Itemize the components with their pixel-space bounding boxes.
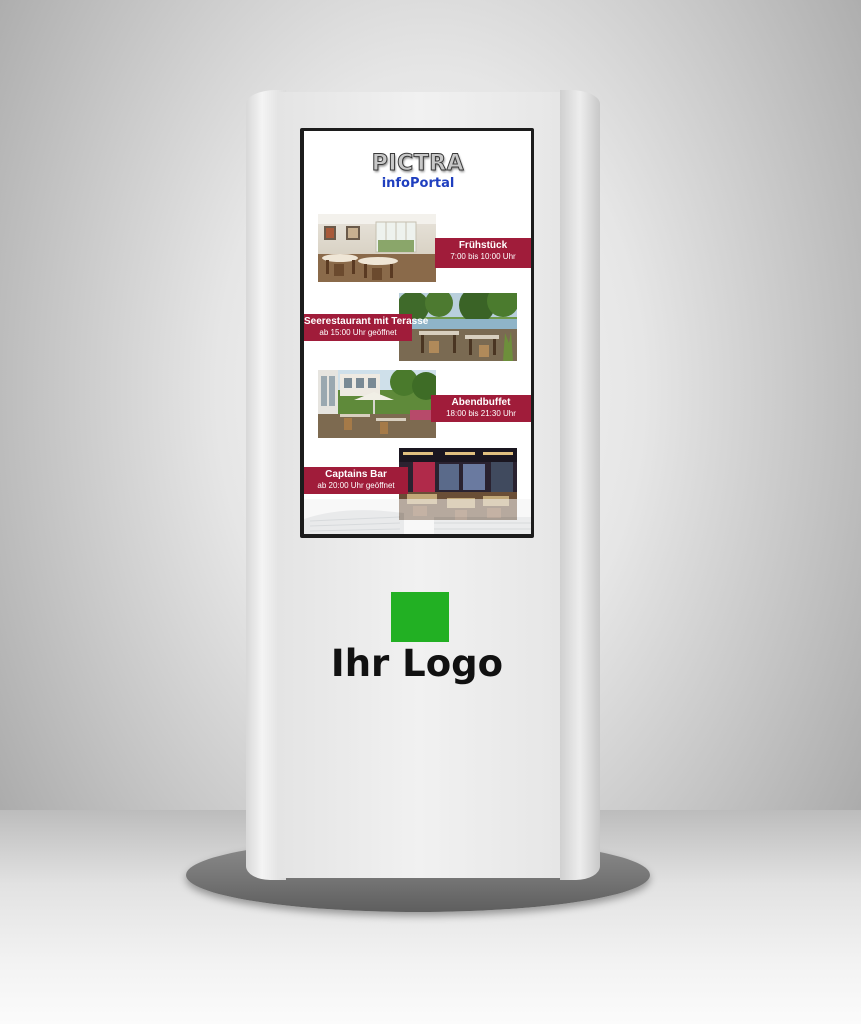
brand-subtitle: infoPortal bbox=[381, 176, 455, 191]
evening-buffet-photo bbox=[318, 370, 436, 438]
lake-restaurant-title: Seerestaurant mit Terasse bbox=[304, 316, 429, 327]
evening-buffet-label: Abendbuffet 18:00 bis 21:30 Uhr bbox=[431, 395, 531, 422]
lake-restaurant-hours: ab 15:00 Uhr geöffnet bbox=[319, 328, 397, 337]
pillar-right-side bbox=[560, 90, 600, 880]
evening-buffet-hours: 18:00 bis 21:30 Uhr bbox=[446, 409, 516, 418]
captains-bar-title: Captains Bar bbox=[325, 469, 387, 480]
logo-text: Ihr Logo bbox=[330, 642, 504, 685]
kiosk-screen: PICTRA infoPortal Frühstück 7:00 bis 10:… bbox=[304, 131, 531, 534]
breakfast-title: Frühstück bbox=[458, 240, 508, 251]
captains-bar-hours: ab 20:00 Uhr geöffnet bbox=[317, 481, 395, 490]
evening-buffet-title: Abendbuffet bbox=[451, 397, 511, 408]
lake-restaurant-label: Seerestaurant mit Terasse ab 15:00 Uhr g… bbox=[304, 314, 429, 341]
brand-name: PICTRA bbox=[371, 151, 465, 177]
captains-bar-label: Captains Bar ab 20:00 Uhr geöffnet bbox=[304, 467, 408, 494]
hotel-building-image bbox=[304, 499, 531, 534]
breakfast-hours: 7:00 bis 10:00 Uhr bbox=[450, 252, 516, 261]
breakfast-photo bbox=[318, 214, 436, 282]
lake-restaurant-photo bbox=[399, 293, 517, 361]
logo-square-icon bbox=[391, 592, 449, 642]
kiosk-scene: { "screen": { "brand": { "name": "PICTRA… bbox=[0, 0, 861, 1024]
breakfast-label: Frühstück 7:00 bis 10:00 Uhr bbox=[435, 238, 531, 268]
